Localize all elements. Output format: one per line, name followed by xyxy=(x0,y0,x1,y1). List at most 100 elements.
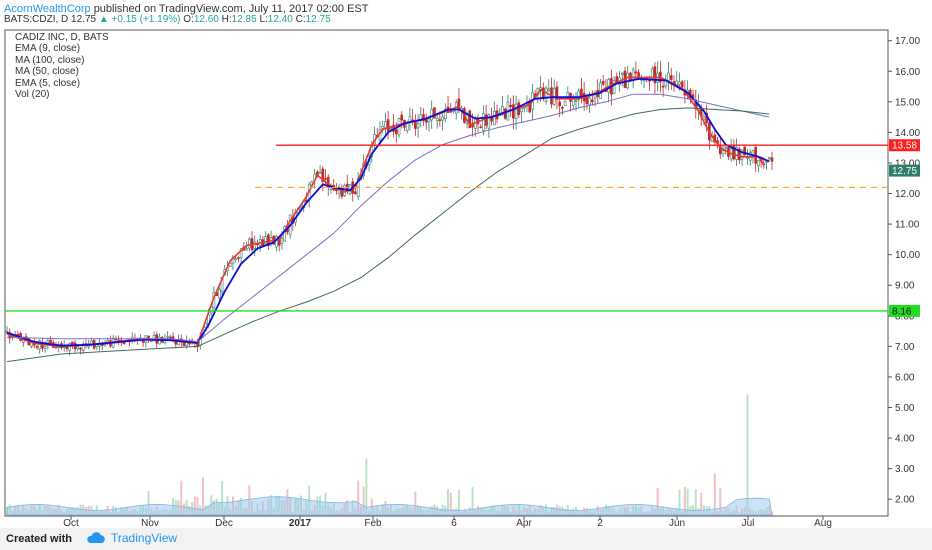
candle-body xyxy=(169,336,172,339)
candle-body xyxy=(90,340,93,345)
candle-body xyxy=(544,87,548,103)
candle-body xyxy=(280,238,284,244)
up-arrow-icon: ▲ xyxy=(98,14,109,25)
x-tick-label: 2 xyxy=(597,518,603,528)
candle-body xyxy=(435,117,439,122)
tradingview-brand[interactable]: TradingView xyxy=(86,531,177,545)
ohlc-line: BATS:CDZI, D 12.75 ▲ +0.15 (+1.19%) O:12… xyxy=(4,14,331,25)
candle-body xyxy=(395,129,398,135)
y-tick-label: 17.00 xyxy=(895,36,920,47)
candle-body xyxy=(479,126,483,129)
cloud-logo-icon xyxy=(87,532,105,543)
candle-body xyxy=(512,104,515,119)
candle-body xyxy=(503,108,507,119)
y-tick-label: 7.00 xyxy=(895,342,915,353)
candle-body xyxy=(324,178,327,180)
x-tick-label: Feb xyxy=(364,518,382,528)
y-tick-label: 15.00 xyxy=(895,97,920,108)
x-tick-label: Apr xyxy=(516,518,532,528)
price-chart[interactable]: 2.003.004.005.006.007.008.009.0010.0011.… xyxy=(0,26,932,528)
symbol-label: BATS:CDZI, D xyxy=(4,14,69,25)
candle-body xyxy=(400,114,404,121)
y-tick-label: 2.00 xyxy=(895,495,915,506)
candle-body xyxy=(509,105,512,108)
candle-body xyxy=(770,157,774,162)
candle-body xyxy=(601,81,605,85)
y-tick-label: 16.00 xyxy=(895,67,920,78)
volume-bar xyxy=(746,394,749,515)
x-tick-label: 6 xyxy=(451,518,457,528)
candle-body xyxy=(438,119,442,121)
candle-body xyxy=(678,81,681,85)
candle-body xyxy=(247,238,251,249)
y-tick-label: 9.00 xyxy=(895,281,915,292)
candle-body xyxy=(441,116,444,121)
candle-body xyxy=(416,122,420,129)
candle-body xyxy=(542,87,545,99)
candle-body xyxy=(234,258,237,260)
candle-body xyxy=(746,157,749,159)
open-label: O: xyxy=(183,14,194,25)
indicator-legend: CADIZ INC, D, BATS EMA (9, close) MA (10… xyxy=(15,32,109,100)
open-value: 12.60 xyxy=(193,14,219,25)
low-value: 12.40 xyxy=(267,14,293,25)
candle-body xyxy=(637,72,640,77)
candle-body xyxy=(751,150,755,156)
candle-body xyxy=(419,114,423,120)
candle-body xyxy=(218,289,221,299)
candle-body xyxy=(245,248,248,251)
legend-symbol: CADIZ INC, D, BATS xyxy=(15,32,109,43)
candle-body xyxy=(558,101,561,107)
candle-body xyxy=(174,341,178,345)
level-tag-text: 13.58 xyxy=(892,141,917,152)
candle-body xyxy=(767,156,771,160)
high-value: 12.85 xyxy=(231,14,257,25)
candle-body xyxy=(675,80,679,85)
legend-ma100: MA (100, close) xyxy=(15,54,85,66)
candle-body xyxy=(634,71,638,74)
candle-body xyxy=(612,80,616,94)
footer-bar: Created with TradingView xyxy=(0,528,932,550)
x-tick-label: Jul xyxy=(742,518,755,528)
x-tick-label: Oct xyxy=(63,518,79,528)
candle-body xyxy=(384,121,387,129)
x-tick-label: Nov xyxy=(141,518,159,528)
y-tick-label: 12.00 xyxy=(895,189,920,200)
candle-body xyxy=(389,127,393,130)
candle-body xyxy=(547,88,551,92)
candle-body xyxy=(424,119,428,123)
legend-volume: Vol (20) xyxy=(15,89,50,101)
candle-body xyxy=(588,97,591,106)
candle-body xyxy=(520,107,523,112)
candle-body xyxy=(79,347,82,350)
level-tag-text: 8.16 xyxy=(892,306,912,317)
y-tick-label: 14.00 xyxy=(895,128,920,139)
candle-body xyxy=(43,346,47,349)
candle-body xyxy=(54,346,58,349)
candle-body xyxy=(49,339,52,344)
y-tick-label: 5.00 xyxy=(895,403,915,414)
candle-body xyxy=(452,110,455,112)
candle-body xyxy=(669,75,673,80)
candle-body xyxy=(620,72,624,75)
candle-body xyxy=(427,118,431,123)
candle-body xyxy=(561,106,564,109)
y-tick-label: 11.00 xyxy=(895,220,920,231)
created-with-label: Created with xyxy=(6,533,73,545)
candle-body xyxy=(76,346,80,349)
legend-ema5: EMA (5, close) xyxy=(15,77,81,89)
legend-ma50: MA (50, close) xyxy=(15,66,79,78)
candle-body xyxy=(680,81,684,88)
candle-body xyxy=(514,103,518,120)
candle-body xyxy=(757,160,760,167)
candle-body xyxy=(386,119,390,132)
candle-body xyxy=(433,107,436,119)
candle-body xyxy=(721,150,725,155)
candle-body xyxy=(122,342,126,344)
candle-body xyxy=(650,68,654,78)
x-tick-label: Aug xyxy=(814,518,832,528)
candle-body xyxy=(563,101,567,107)
x-tick-label: 2017 xyxy=(289,518,312,528)
candle-body xyxy=(237,257,240,259)
candle-body xyxy=(585,96,589,105)
